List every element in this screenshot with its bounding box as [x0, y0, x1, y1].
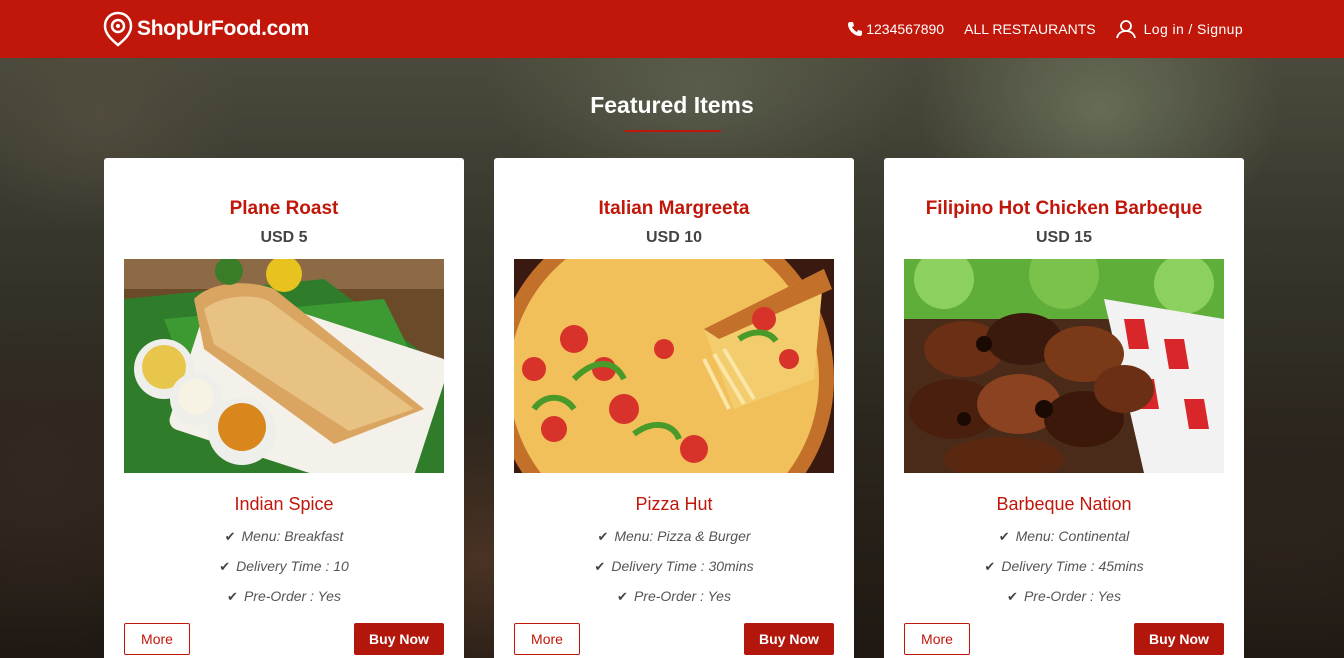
- feature-item: ✔ Pre-Order : Yes: [514, 581, 834, 611]
- buy-now-button[interactable]: Buy Now: [354, 623, 444, 655]
- location-pin-icon: [103, 11, 133, 47]
- check-icon: ✔: [224, 529, 236, 544]
- user-icon: [1115, 20, 1136, 39]
- feature-text: Pre-Order : Yes: [243, 588, 341, 604]
- check-icon: ✔: [617, 589, 628, 604]
- login-signup-label: Log in / Signup: [1143, 21, 1243, 37]
- phone-icon: [848, 22, 863, 36]
- feature-text: Delivery Time : 45mins: [1001, 558, 1144, 574]
- check-icon: ✔: [1007, 589, 1018, 604]
- restaurant-name[interactable]: Barbeque Nation: [904, 493, 1224, 515]
- feature-text: Delivery Time : 30mins: [611, 558, 754, 574]
- feature-item: ✔ Delivery Time : 45mins: [904, 551, 1224, 581]
- buy-now-button[interactable]: Buy Now: [1134, 623, 1224, 655]
- item-price: USD 5: [260, 229, 308, 246]
- check-icon: ✔: [219, 559, 231, 574]
- food-card: Filipino Hot Chicken Barbeque USD 15 Bar…: [884, 158, 1244, 658]
- item-features: ✔ Menu: Breakfast ✔ Delivery Time : 10 ✔ Pr…: [124, 521, 444, 611]
- all-restaurants-link[interactable]: ALL RESTAURANTS: [964, 21, 1095, 37]
- barbeque-image[interactable]: [904, 259, 1224, 473]
- feature-text: Delivery Time : 10: [236, 558, 349, 574]
- nav-links: 1234567890 ALL RESTAURANTS Log in / Sign…: [847, 0, 1243, 58]
- brand-name: ShopUrFood.com: [137, 17, 309, 40]
- section-title: Featured Items: [590, 92, 754, 118]
- feature-item: ✔ Menu: Continental: [904, 521, 1224, 551]
- brand-logo-link[interactable]: ShopUrFood.com: [103, 11, 309, 47]
- dosa-image[interactable]: [124, 259, 444, 473]
- check-icon: ✔: [984, 559, 996, 574]
- more-button[interactable]: More: [124, 623, 190, 655]
- restaurant-name[interactable]: Pizza Hut: [514, 493, 834, 515]
- item-title[interactable]: Italian Margreeta: [514, 198, 834, 220]
- feature-item: ✔ Menu: Pizza & Burger: [514, 521, 834, 551]
- title-underline: [625, 130, 721, 132]
- item-title[interactable]: Filipino Hot Chicken Barbeque: [904, 198, 1224, 220]
- feature-text: Menu: Breakfast: [241, 528, 344, 544]
- feature-item: ✔ Delivery Time : 10: [124, 551, 444, 581]
- item-price: USD 10: [645, 229, 703, 246]
- item-features: ✔ Menu: Pizza & Burger ✔ Delivery Time : 3…: [514, 521, 834, 611]
- login-signup-link[interactable]: Log in / Signup: [1115, 19, 1243, 39]
- check-icon: ✔: [998, 529, 1010, 544]
- item-features: ✔ Menu: Continental ✔ Delivery Time : 45mi…: [904, 521, 1224, 611]
- pizza-image[interactable]: [514, 259, 834, 473]
- phone-number: 1234567890: [866, 21, 945, 37]
- all-restaurants-label: ALL RESTAURANTS: [964, 21, 1096, 37]
- food-card: Plane Roast USD 5 Indian Spice ✔ Menu: B…: [104, 158, 464, 658]
- phone-link[interactable]: 1234567890: [847, 21, 944, 37]
- more-button[interactable]: More: [904, 623, 970, 655]
- feature-item: ✔ Menu: Breakfast: [124, 521, 444, 551]
- featured-items-list: Plane Roast USD 5 Indian Spice ✔ Menu: B…: [104, 158, 1244, 658]
- feature-item: ✔ Pre-Order : Yes: [904, 581, 1224, 611]
- check-icon: ✔: [597, 529, 609, 544]
- check-icon: ✔: [227, 589, 238, 604]
- buy-now-button[interactable]: Buy Now: [744, 623, 834, 655]
- more-button[interactable]: More: [514, 623, 580, 655]
- card-actions: More Buy Now: [514, 623, 834, 655]
- feature-text: Menu: Continental: [1015, 528, 1130, 544]
- item-title[interactable]: Plane Roast: [124, 198, 444, 220]
- feature-text: Menu: Pizza & Burger: [614, 528, 751, 544]
- feature-text: Pre-Order : Yes: [633, 588, 731, 604]
- top-navbar: ShopUrFood.com 1234567890 ALL RESTAURANT…: [0, 0, 1344, 58]
- food-card: Italian Margreeta USD 10 Pizza Hut ✔ Men…: [494, 158, 854, 658]
- feature-text: Pre-Order : Yes: [1023, 588, 1121, 604]
- card-actions: More Buy Now: [904, 623, 1224, 655]
- check-icon: ✔: [594, 559, 606, 574]
- item-price: USD 15: [1035, 229, 1093, 246]
- feature-item: ✔ Pre-Order : Yes: [124, 581, 444, 611]
- feature-item: ✔ Delivery Time : 30mins: [514, 551, 834, 581]
- restaurant-name[interactable]: Indian Spice: [124, 493, 444, 515]
- card-actions: More Buy Now: [124, 623, 444, 655]
